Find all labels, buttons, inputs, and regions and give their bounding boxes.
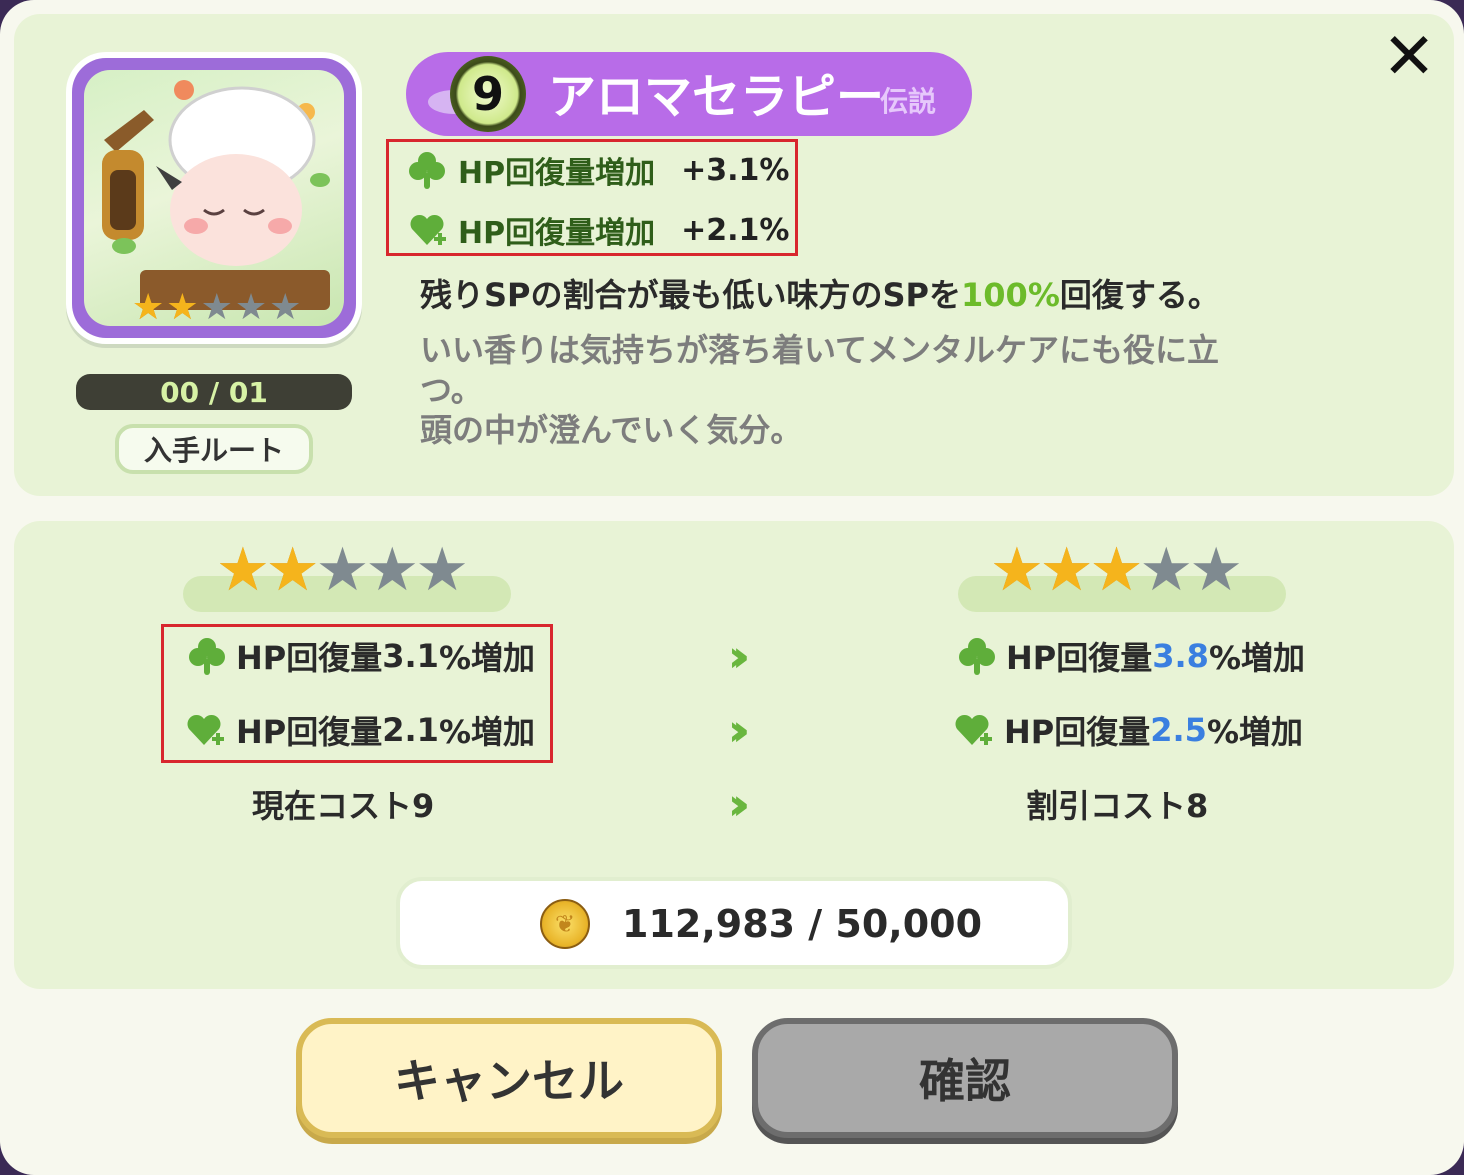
- close-icon[interactable]: ✕: [1380, 25, 1438, 89]
- acquisition-route-button[interactable]: 入手ルート: [115, 424, 313, 474]
- heart-plus-icon: [948, 709, 996, 751]
- current-stat-1: HP回復量 3.1 %増加: [186, 632, 535, 680]
- star-filled-icon: ★: [265, 535, 320, 605]
- clover-icon: [186, 635, 228, 677]
- next-stat-2: HP回復量 2.5 %増加: [948, 706, 1303, 754]
- star-empty-icon: ★: [415, 535, 469, 605]
- star-filled-icon: ★: [216, 535, 270, 605]
- current-star-rating: ★ ★ ★ ★ ★: [216, 535, 469, 605]
- star-empty-icon: ★: [1139, 535, 1194, 605]
- star-empty-icon: ★: [1189, 535, 1243, 605]
- coin-icon: ❦: [540, 899, 590, 949]
- clover-icon: [956, 635, 998, 677]
- double-chevron-right-icon: ››: [727, 778, 750, 830]
- star-filled-icon: ★: [1039, 535, 1094, 605]
- bonus-row-1: HP回復量増加 +3.1%: [406, 146, 789, 194]
- upgrade-modal: ✕ ★ ★ ★ ★ ★ 00 / 01 入手ルート 9 アロマセラピー 伝説 H…: [0, 0, 1464, 1175]
- next-cost: 割引コスト8: [1026, 787, 1209, 825]
- cancel-button[interactable]: キャンセル: [296, 1018, 722, 1138]
- next-stat-1: HP回復量 3.8 %増加: [956, 632, 1305, 680]
- bonus-row-2: HP回復量増加 +2.1%: [406, 206, 789, 254]
- rarity-label: 伝説: [880, 85, 937, 118]
- star-empty-icon: ★: [269, 287, 302, 326]
- skill-description: 残りSPの割合が最も低い味方のSPを100%回復する。: [420, 276, 1220, 314]
- star-filled-icon: ★: [990, 535, 1044, 605]
- current-stat-2: HP回復量 2.1 %増加: [180, 706, 535, 754]
- double-chevron-right-icon: ››: [727, 630, 750, 682]
- star-empty-icon: ★: [365, 535, 420, 605]
- card-star-rating: ★ ★ ★ ★ ★: [132, 290, 301, 326]
- flavor-text: いい香りは気持ちが落ち着いてメンタルケアにも役に立 つ。 頭の中が澄んでいく気分…: [420, 331, 1220, 449]
- owned-count: 00 / 01: [76, 374, 352, 410]
- star-empty-icon: ★: [200, 287, 233, 326]
- current-cost: 現在コスト9: [252, 787, 435, 825]
- star-filled-icon: ★: [1089, 535, 1144, 605]
- level-badge: 9: [450, 56, 526, 132]
- item-artwork: ★ ★ ★ ★ ★: [84, 70, 344, 326]
- heart-plus-icon: [406, 209, 448, 251]
- double-chevron-right-icon: ››: [727, 704, 750, 756]
- item-title: アロマセラピー: [548, 69, 885, 125]
- star-empty-icon: ★: [315, 535, 370, 605]
- star-filled-icon: ★: [166, 287, 199, 326]
- star-filled-icon: ★: [132, 287, 165, 326]
- star-empty-icon: ★: [234, 287, 268, 326]
- clover-icon: [406, 149, 448, 191]
- heart-plus-icon: [180, 709, 228, 751]
- item-card[interactable]: ★ ★ ★ ★ ★: [66, 52, 362, 344]
- confirm-button[interactable]: 確認: [752, 1018, 1178, 1138]
- coin-amount: 112,983 / 50,000: [622, 902, 983, 946]
- next-star-rating: ★ ★ ★ ★ ★: [990, 535, 1243, 605]
